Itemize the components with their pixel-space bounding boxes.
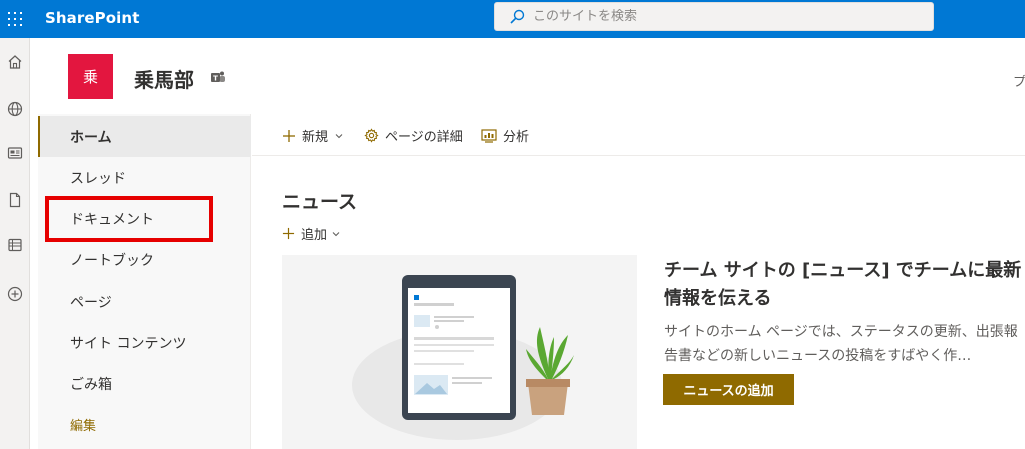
nav-item-threads[interactable]: スレッド [38,157,251,198]
plus-icon [283,129,295,142]
news-icon[interactable] [4,142,26,164]
news-heading[interactable]: チーム サイトの [ニュース] でチームに最新情報を伝える [664,257,1024,313]
site-header: 乗 乗馬部 T プライベ [38,38,1025,114]
globe-icon[interactable] [4,98,26,120]
news-section-title: ニュース [282,191,358,213]
command-bar: 新規 ページの詳細 分析 [252,114,1025,156]
chevron-down-icon [335,133,343,138]
add-news-button[interactable]: ニュースの追加 [663,374,794,405]
gear-icon [364,128,379,143]
svg-text:T: T [213,74,218,82]
new-label: 新規 [302,130,329,145]
app-launcher-waffle-icon[interactable] [0,0,30,38]
analytics-label: 分析 [503,130,530,145]
news-description: サイトのホーム ページでは、ステータスの更新、出張報告書などの新しいニュースの投… [664,324,1018,364]
new-button[interactable]: 新規 [282,126,344,145]
home-icon[interactable] [4,51,26,73]
teams-icon[interactable]: T [210,69,226,85]
add-icon[interactable] [4,283,26,305]
nav-item-recycle-bin[interactable]: ごみ箱 [38,363,251,404]
app-bar [0,38,30,449]
analytics-button[interactable]: 分析 [481,126,529,145]
search-box[interactable] [494,2,934,31]
suite-bar: SharePoint [0,0,1025,38]
news-add-button[interactable]: 追加 [282,224,347,243]
site-logo[interactable]: 乗 [68,54,113,99]
nav-item-site-contents[interactable]: サイト コンテンツ [38,322,251,363]
nav-edit-link[interactable]: 編集 [38,404,251,445]
page-details-label: ページの詳細 [385,130,463,145]
main-content: ニュース 追加 チーム サイトの [ニュース] でチームに最新情報を伝える サイ… [252,157,1025,449]
news-add-label: 追加 [301,228,328,243]
nav-item-home[interactable]: ホーム [38,116,251,157]
news-placeholder-illustration [282,255,637,449]
search-input[interactable] [533,9,913,24]
chevron-down-icon [332,231,340,236]
search-icon [510,9,525,24]
left-navigation: ホーム スレッド ドキュメント ノートブック ページ サイト コンテンツ ごみ箱… [38,114,251,449]
site-title[interactable]: 乗馬部 [134,64,194,93]
plus-icon [282,227,295,240]
sharepoint-brand-link[interactable]: SharePoint [45,9,139,27]
page-details-button[interactable]: ページの詳細 [364,126,463,145]
analytics-icon [481,128,497,143]
nav-item-pages[interactable]: ページ [38,281,251,322]
privacy-label: プライベ [1013,75,1025,90]
list-icon[interactable] [4,234,26,256]
nav-item-documents[interactable]: ドキュメント [38,198,251,239]
nav-item-notebook[interactable]: ノートブック [38,239,251,280]
document-icon[interactable] [4,189,26,211]
